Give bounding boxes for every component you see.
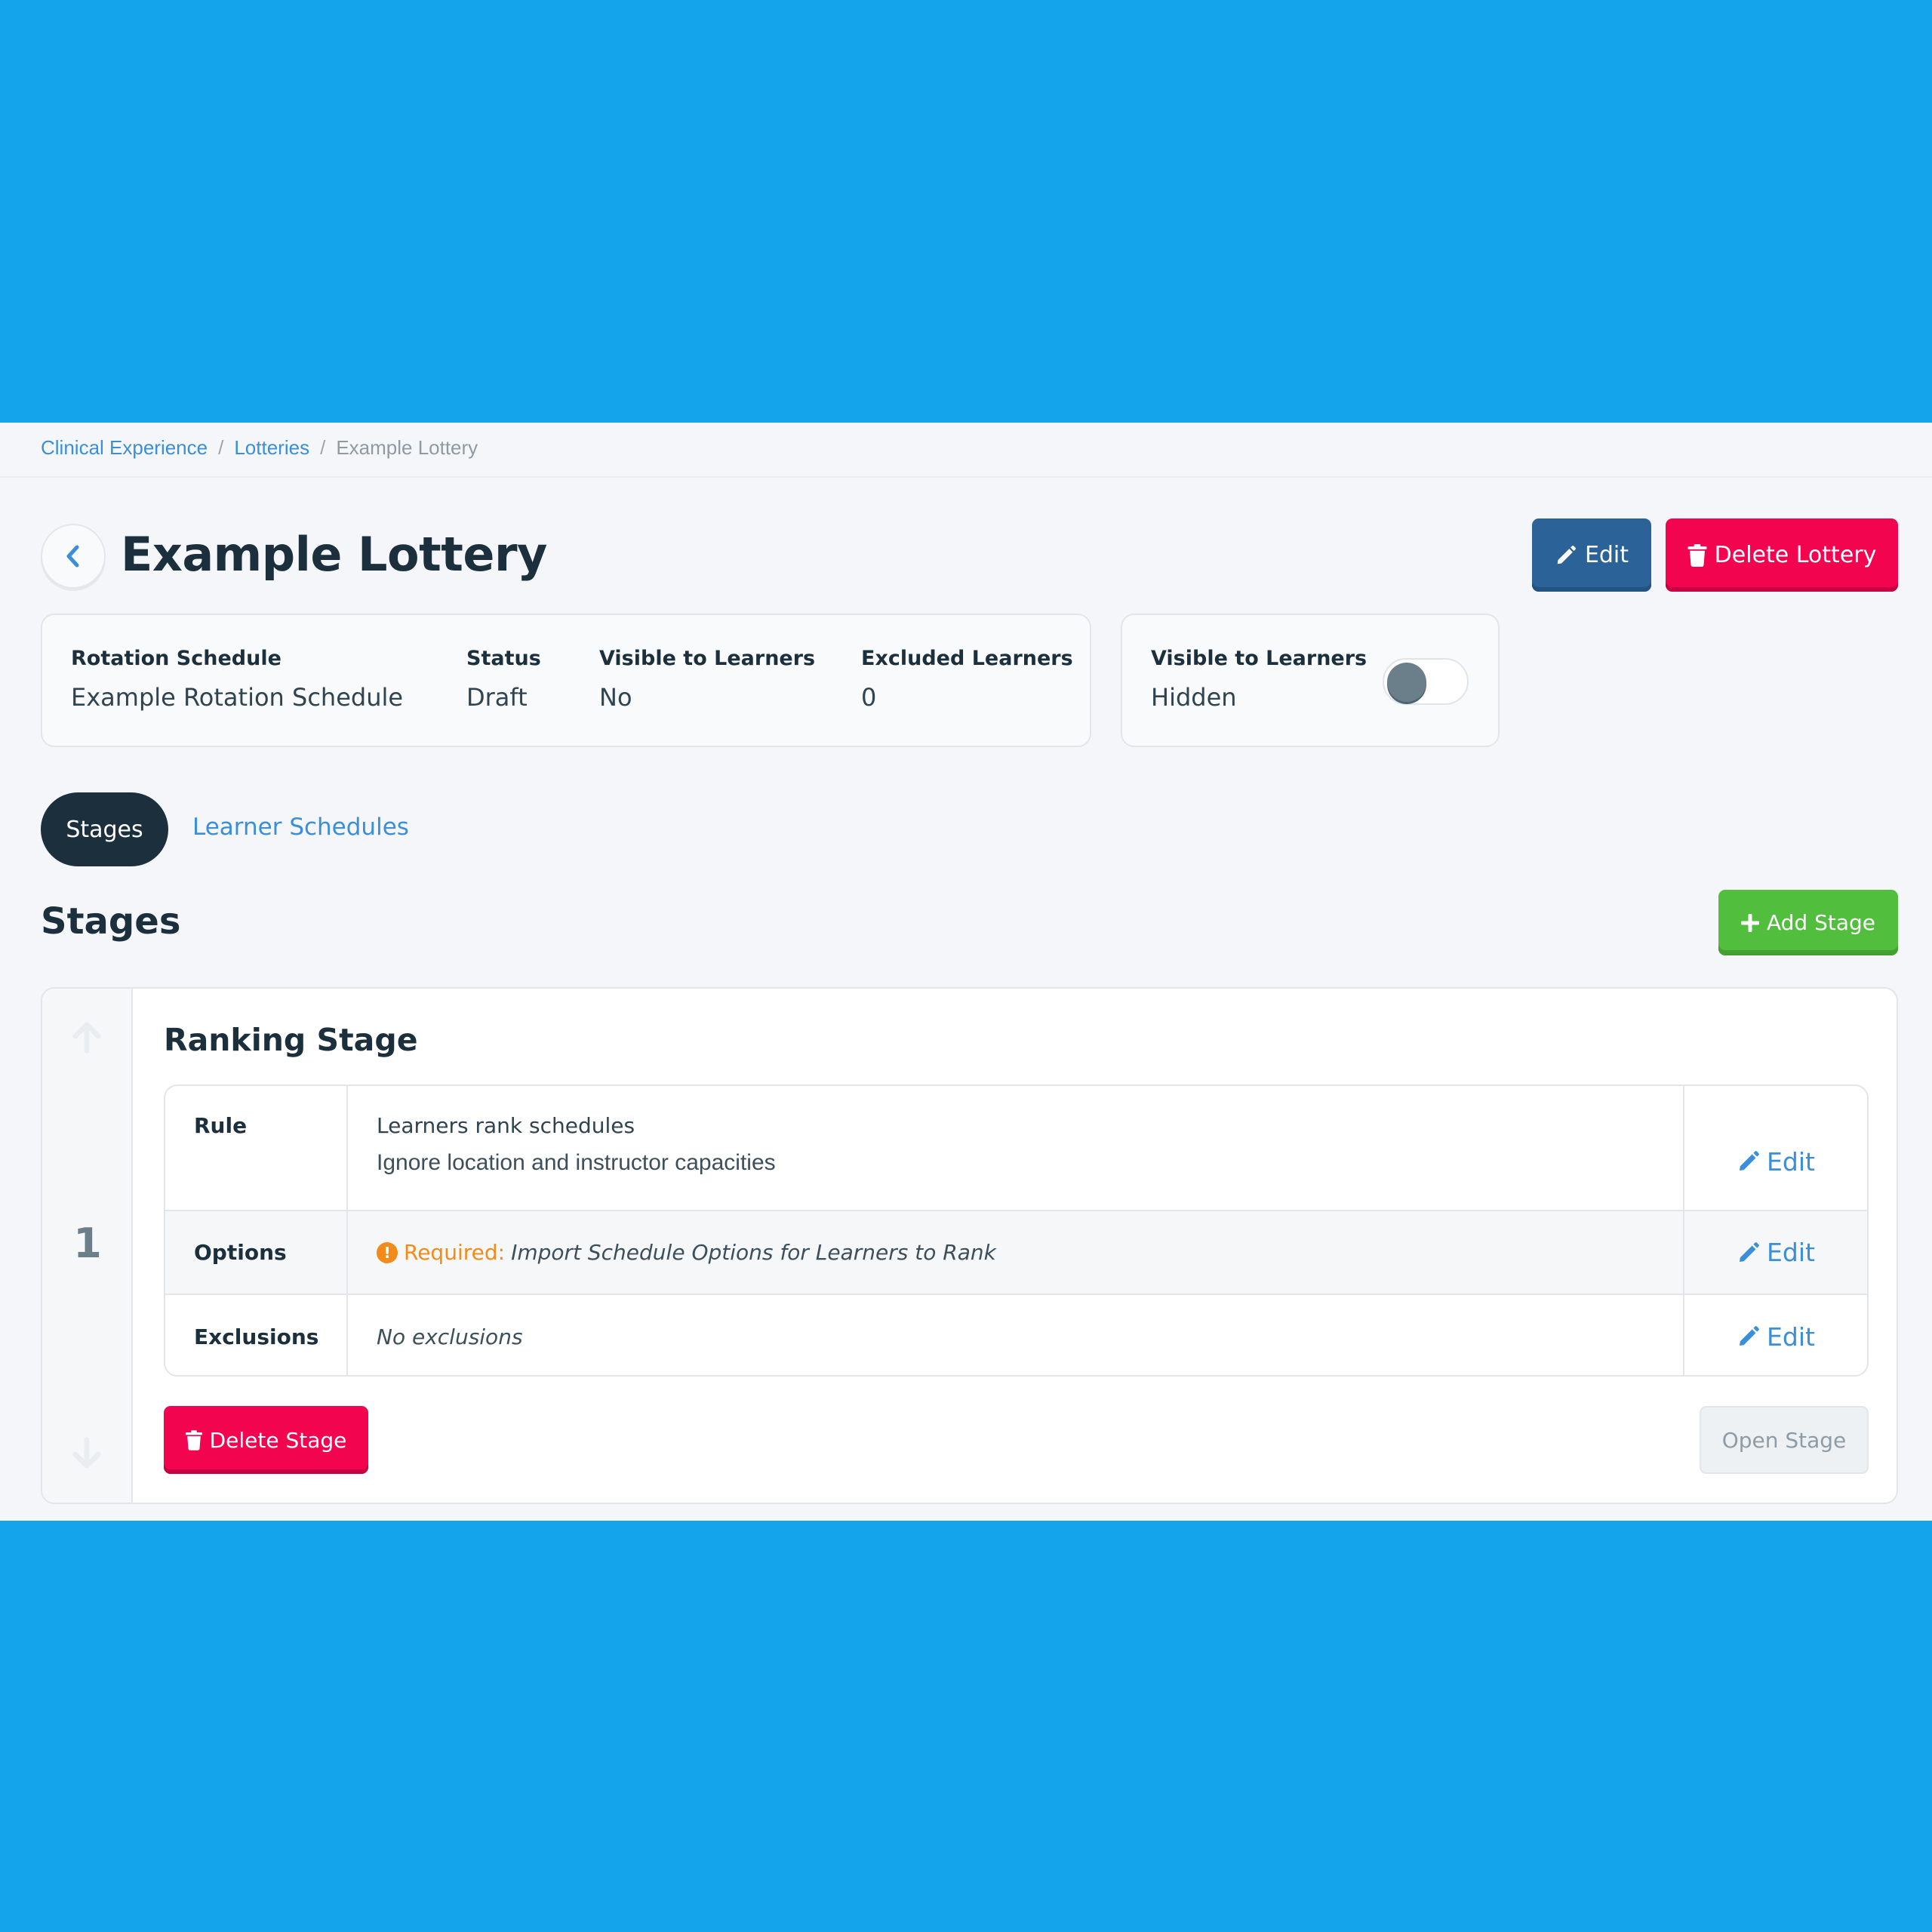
breadcrumb-lotteries[interactable]: Lotteries — [234, 436, 309, 460]
required-label: Required: — [404, 1240, 506, 1265]
options-value: ! Required: Import Schedule Options for … — [348, 1211, 1684, 1294]
header-divider — [0, 476, 1932, 478]
back-button[interactable] — [41, 524, 106, 589]
rule-line-1: Learners rank schedules — [377, 1113, 635, 1138]
edit-lottery-label: Edit — [1584, 542, 1629, 568]
breadcrumb: Clinical Experience / Lotteries / Exampl… — [41, 435, 478, 460]
open-stage-button[interactable]: Open Stage — [1700, 1406, 1869, 1474]
visible-label: Visible to Learners — [599, 647, 816, 670]
rule-edit-cell: Edit — [1684, 1086, 1867, 1210]
exclamation-circle-icon: ! — [377, 1241, 398, 1263]
stage-number: 1 — [73, 1220, 102, 1267]
delete-lottery-label: Delete Lottery — [1714, 542, 1877, 568]
edit-lottery-button[interactable]: Edit — [1532, 518, 1651, 592]
status-field: Status Draft — [466, 647, 541, 712]
table-row-exclusions: Exclusions No exclusions Edit — [165, 1295, 1867, 1375]
status-label: Status — [466, 647, 541, 670]
visibility-card: Visible to Learners Hidden — [1121, 614, 1500, 747]
excluded-label: Excluded Learners — [861, 647, 1073, 670]
pencil-icon — [1557, 545, 1576, 564]
options-label: Options — [165, 1211, 348, 1294]
pencil-icon — [1740, 1241, 1759, 1262]
pencil-icon — [1740, 1151, 1759, 1171]
lottery-info-card: Rotation Schedule Example Rotation Sched… — [41, 614, 1091, 747]
breadcrumb-clinical-experience[interactable]: Clinical Experience — [41, 436, 208, 460]
options-edit-link[interactable]: Edit — [1737, 1238, 1815, 1267]
visibility-label: Visible to Learners — [1151, 647, 1367, 670]
breadcrumb-separator: / — [218, 435, 224, 459]
trash-icon — [185, 1429, 202, 1451]
arrow-down-icon[interactable] — [69, 1435, 104, 1470]
status-value: Draft — [466, 683, 528, 712]
visible-field: Visible to Learners No — [599, 647, 815, 712]
rule-label: Rule — [165, 1086, 348, 1210]
breadcrumb-separator: / — [320, 435, 326, 459]
toggle-knob — [1387, 663, 1426, 702]
required-indicator: ! Required: — [377, 1240, 505, 1265]
table-row-rule: Rule Learners rank schedules Ignore loca… — [165, 1086, 1867, 1211]
rotation-schedule-label: Rotation Schedule — [71, 647, 281, 670]
excluded-value: 0 — [861, 683, 877, 712]
table-row-options: Options ! Required: Import Schedule Opti… — [165, 1211, 1867, 1295]
add-stage-label: Add Stage — [1766, 910, 1876, 935]
stages-heading: Stages — [41, 900, 181, 943]
plus-icon — [1740, 913, 1759, 932]
tab-stages[interactable]: Stages — [41, 792, 168, 866]
trash-icon — [1687, 543, 1707, 567]
stage-card: 1 Ranking Stage Rule Learners rank sched… — [41, 987, 1898, 1504]
delete-stage-label: Delete Stage — [209, 1427, 347, 1453]
options-text: Import Schedule Options for Learners to … — [511, 1240, 996, 1265]
delete-lottery-button[interactable]: Delete Lottery — [1666, 518, 1898, 592]
stage-title: Ranking Stage — [164, 1022, 418, 1058]
page-title: Example Lottery — [121, 527, 547, 582]
visibility-toggle[interactable] — [1383, 658, 1469, 705]
delete-stage-button[interactable]: Delete Stage — [164, 1406, 368, 1474]
add-stage-button[interactable]: Add Stage — [1718, 890, 1898, 955]
options-edit-label: Edit — [1767, 1238, 1815, 1267]
chevron-left-icon — [66, 545, 79, 568]
rotation-schedule-field: Rotation Schedule Example Rotation Sched… — [71, 647, 403, 712]
pencil-icon — [1740, 1326, 1759, 1346]
rotation-schedule-value: Example Rotation Schedule — [71, 683, 404, 712]
stage-details-table: Rule Learners rank schedules Ignore loca… — [164, 1084, 1869, 1377]
arrow-up-icon[interactable] — [69, 1020, 104, 1055]
exclusions-edit-label: Edit — [1767, 1321, 1815, 1352]
rule-value: Learners rank schedules Ignore location … — [348, 1086, 1684, 1210]
exclusions-edit-cell: Edit — [1684, 1295, 1867, 1375]
exclusions-label: Exclusions — [165, 1295, 348, 1375]
exclusions-value: No exclusions — [348, 1295, 1684, 1375]
exclusions-edit-link[interactable]: Edit — [1737, 1322, 1815, 1352]
visibility-field: Visible to Learners Hidden — [1151, 647, 1367, 712]
visible-value: No — [599, 683, 632, 712]
breadcrumb-current: Example Lottery — [336, 435, 478, 459]
options-edit-cell: Edit — [1684, 1211, 1867, 1294]
rule-edit-label: Edit — [1767, 1146, 1815, 1177]
stage-order-rail: 1 — [42, 989, 133, 1503]
excluded-field: Excluded Learners 0 — [861, 647, 1073, 712]
rule-line-2: Ignore location and instructor capacitie… — [377, 1150, 776, 1175]
tab-learner-schedules[interactable]: Learner Schedules — [192, 814, 409, 841]
visibility-value: Hidden — [1151, 683, 1237, 712]
rule-edit-link[interactable]: Edit — [1737, 1113, 1815, 1210]
